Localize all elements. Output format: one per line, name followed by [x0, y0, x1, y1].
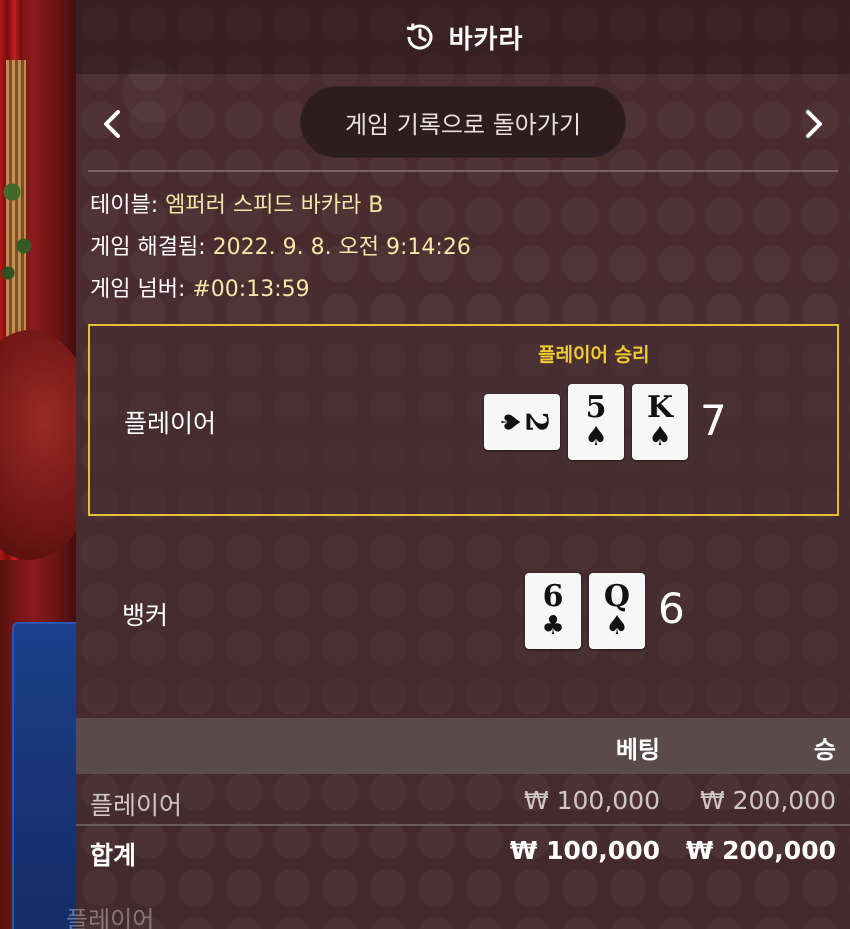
- history-navigation: 게임 기록으로 돌아가기: [76, 74, 850, 172]
- bets-table-header: 베팅 승: [76, 718, 850, 774]
- panel-header: 바카라: [76, 0, 850, 74]
- player-label: 플레이어: [124, 409, 217, 438]
- history-clock-icon: [406, 23, 433, 50]
- row-bet: ₩ 100,000: [523, 786, 660, 815]
- player-cards: ♠ 2 5 ♠ K ♠: [484, 384, 688, 460]
- next-game-button[interactable]: [794, 104, 834, 144]
- background-faded-text: 플레이어: [66, 906, 155, 929]
- previous-game-button[interactable]: [92, 104, 132, 144]
- table-value: 엠퍼러 스피드 바카라 B: [165, 193, 384, 218]
- resolved-info-row: 게임 해결됨: 2022. 9. 8. 오전 9:14:26: [90, 230, 471, 272]
- banker-result-box: 뱅커 6 ♣ Q ♠ 6: [88, 518, 839, 704]
- table-total-row: 합계 ₩ 100,000 ₩ 200,000: [76, 826, 850, 876]
- bet-column-header: 베팅: [615, 736, 660, 764]
- player-card-3: K ♠: [632, 384, 688, 460]
- total-bet: ₩ 100,000: [509, 836, 660, 865]
- winner-label: 플레이어 승리: [538, 344, 650, 366]
- player-total: 7: [700, 396, 727, 445]
- banker-label: 뱅커: [122, 601, 169, 630]
- vine-decoration: [0, 120, 40, 300]
- back-to-history-button[interactable]: 게임 기록으로 돌아가기: [300, 86, 626, 158]
- row-name: 플레이어: [90, 791, 183, 820]
- banker-cards: 6 ♣ Q ♠: [525, 573, 645, 649]
- banker-total: 6: [658, 584, 685, 633]
- win-column-header: 승: [813, 736, 836, 764]
- player-result-box: 플레이어 승리 플레이어 ♠ 2 5 ♠ K ♠ 7: [88, 324, 839, 516]
- table-row: 플레이어 ₩ 100,000 ₩ 200,000: [76, 776, 850, 826]
- total-name: 합계: [90, 841, 137, 870]
- banker-card-2: Q ♠: [589, 573, 645, 649]
- blue-panel-decoration: [12, 622, 80, 929]
- game-number-label: 게임 넘버:: [90, 277, 186, 302]
- game-info: 테이블: 엠퍼러 스피드 바카라 B 게임 해결됨: 2022. 9. 8. 오…: [90, 188, 471, 314]
- chevron-left-icon: [104, 110, 120, 138]
- total-win: ₩ 200,000: [685, 836, 836, 865]
- game-history-panel: 바카라 게임 기록으로 돌아가기 테이블: 엠퍼러 스피드 바카라 B 게임 해…: [66, 0, 850, 929]
- casino-table-decoration: [0, 330, 80, 560]
- casino-background: [0, 0, 80, 929]
- chevron-right-icon: [806, 110, 822, 138]
- player-card-2: 5 ♠: [568, 384, 624, 460]
- resolved-value: 2022. 9. 8. 오전 9:14:26: [212, 235, 471, 260]
- game-number-value: #00:13:59: [192, 277, 310, 302]
- page-title: 바카라: [448, 24, 524, 55]
- table-info-row: 테이블: 엠퍼러 스피드 바카라 B: [90, 188, 471, 230]
- resolved-label: 게임 해결됨:: [90, 235, 206, 260]
- player-card-1: ♠ 2: [484, 394, 560, 450]
- divider: [88, 170, 838, 172]
- table-label: 테이블:: [90, 193, 159, 218]
- number-info-row: 게임 넘버: #00:13:59: [90, 272, 471, 314]
- row-win: ₩ 200,000: [699, 786, 836, 815]
- banker-card-1: 6 ♣: [525, 573, 581, 649]
